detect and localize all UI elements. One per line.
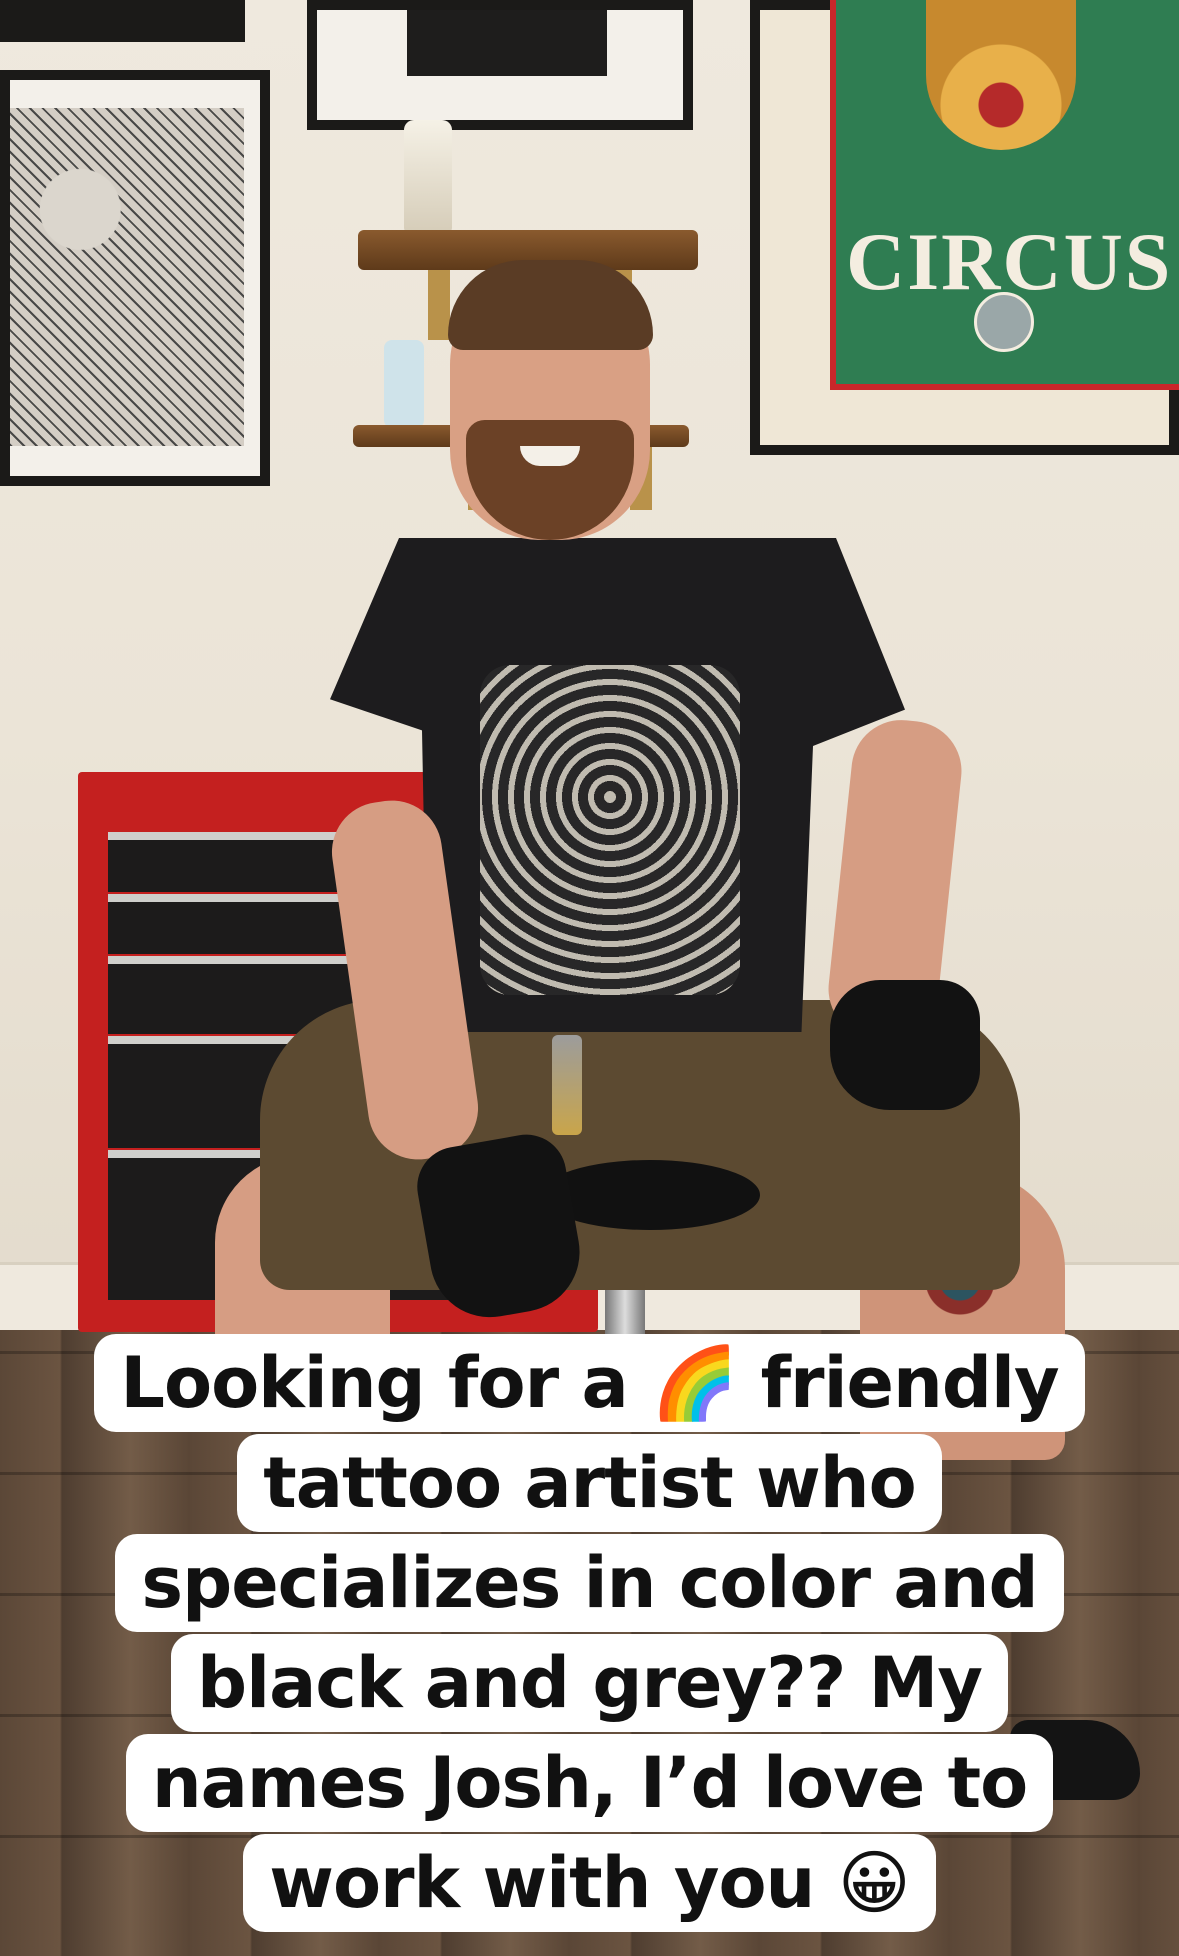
tiger-illustration [926,0,1076,150]
poster-seal [974,292,1034,352]
caption-line-2: tattoo artist who [237,1434,942,1532]
caption-overlay: Looking for a 🌈 friendly tattoo artist w… [0,1334,1179,1932]
squeeze-bottle [404,120,452,232]
sanitizer-bottle [384,340,424,428]
framed-art-top-left [0,0,245,42]
caption-line-3: specializes in color and [115,1534,1064,1632]
caption-line-6: work with you 😀 [243,1834,936,1932]
caption-text: names Josh, I’d love to [125,1734,1054,1832]
shelf-bracket [428,260,450,340]
black-glove-right [830,980,980,1110]
caption-line-1: Looking for a 🌈 friendly [94,1334,1085,1432]
caption-text: Looking for a 🌈 friendly [94,1334,1085,1432]
caption-text: tattoo artist who [237,1434,942,1532]
caption-line-5: names Josh, I’d love to [125,1734,1054,1832]
framed-tattoo-flash-art [0,70,270,486]
caption-text: black and grey?? My [171,1634,1008,1732]
caption-text: work with you 😀 [243,1834,936,1932]
framed-circus-poster: CIRCUS [750,0,1179,455]
framed-art-top-middle [307,0,693,130]
hair [448,260,653,350]
caption-text: specializes in color and [115,1534,1064,1632]
caption-line-4: black and grey?? My [171,1634,1008,1732]
keys [552,1035,582,1135]
circus-poster: CIRCUS [830,0,1179,390]
shirt-graphic [480,665,740,995]
